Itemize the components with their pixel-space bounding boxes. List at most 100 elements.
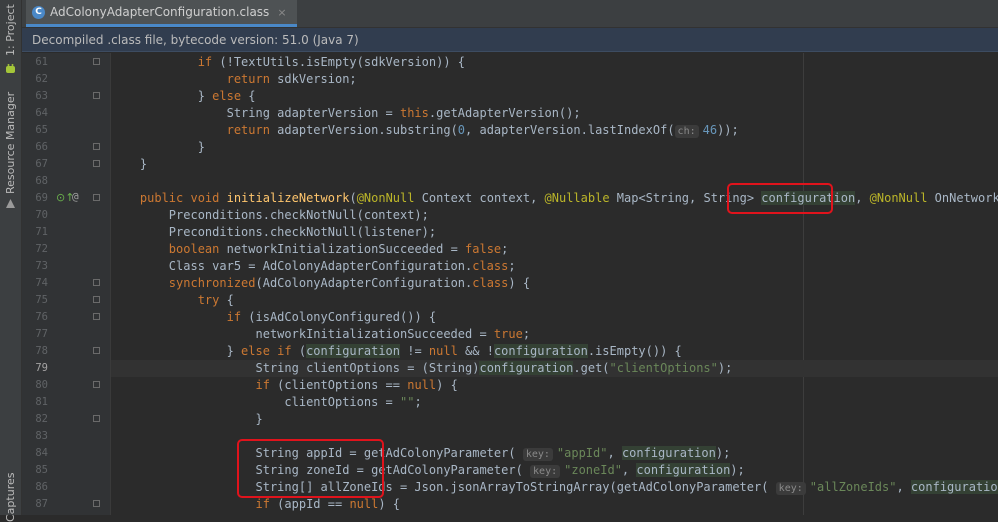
code-line[interactable]: } else if (configuration != null && !con…: [111, 343, 998, 360]
code-line[interactable]: }: [111, 139, 998, 156]
fold-marker-icon[interactable]: [93, 279, 100, 286]
gutter-line: 85: [22, 462, 110, 479]
line-number: 77: [35, 328, 48, 340]
line-number: 64: [35, 107, 48, 119]
gutter-line: 82: [22, 411, 110, 428]
code-line[interactable]: synchronized(AdColonyAdapterConfiguratio…: [111, 275, 998, 292]
code-line[interactable]: if (clientOptions == null) {: [111, 377, 998, 394]
project-tool-button[interactable]: 1: Project: [4, 4, 17, 56]
highlight-box-string-declarations: [237, 439, 384, 498]
fold-marker-icon[interactable]: [93, 58, 100, 65]
gutter-line: 75: [22, 292, 110, 309]
gutter-line: 67: [22, 156, 110, 173]
gutter-line: 62: [22, 71, 110, 88]
code-line[interactable]: if (isAdColonyConfigured()) {: [111, 309, 998, 326]
gutter-line: 77: [22, 326, 110, 343]
gutter-line: 74: [22, 275, 110, 292]
fold-marker-icon[interactable]: [93, 143, 100, 150]
line-number: 85: [35, 464, 48, 476]
gutter-line: 81: [22, 394, 110, 411]
gutter-line: 61: [22, 54, 110, 71]
code-line[interactable]: boolean networkInitializationSucceeded =…: [111, 241, 998, 258]
line-number: 68: [35, 175, 48, 187]
line-number: 86: [35, 481, 48, 493]
fold-marker-icon[interactable]: [93, 194, 100, 201]
code-line[interactable]: } else {: [111, 88, 998, 105]
line-number: 76: [35, 311, 48, 323]
fold-marker-icon[interactable]: [93, 381, 100, 388]
annotation-gutter-icon[interactable]: @: [72, 190, 79, 203]
fold-marker-icon[interactable]: [93, 415, 100, 422]
gutter-line: 65: [22, 122, 110, 139]
line-number: 87: [35, 498, 48, 510]
fold-marker-icon[interactable]: [93, 500, 100, 507]
fold-marker-icon[interactable]: [93, 296, 100, 303]
code-line[interactable]: if (appId == null) {: [111, 496, 998, 513]
gutter-line: 64: [22, 105, 110, 122]
line-number: 65: [35, 124, 48, 136]
code-line[interactable]: String clientOptions = (String)configura…: [111, 360, 998, 377]
line-number: 71: [35, 226, 48, 238]
line-number: 74: [35, 277, 48, 289]
editor-tab-bar: C AdColonyAdapterConfiguration.class ×: [22, 0, 998, 28]
code-line[interactable]: Class var5 = AdColonyAdapterConfiguratio…: [111, 258, 998, 275]
line-number: 73: [35, 260, 48, 272]
gutter-line: 70: [22, 207, 110, 224]
gutter-line: 68: [22, 173, 110, 190]
line-number: 84: [35, 447, 48, 459]
resource-manager-icon[interactable]: [4, 198, 17, 211]
close-icon[interactable]: ×: [277, 6, 286, 19]
code-line[interactable]: clientOptions = "";: [111, 394, 998, 411]
code-line[interactable]: Preconditions.checkNotNull(listener);: [111, 224, 998, 241]
code-line[interactable]: if (!TextUtils.isEmpty(sdkVersion)) {: [111, 54, 998, 71]
resource-manager-tool-button[interactable]: Resource Manager: [4, 92, 17, 194]
decompiled-notice: Decompiled .class file, bytecode version…: [22, 28, 998, 52]
line-number: 62: [35, 73, 48, 85]
fold-marker-icon[interactable]: [93, 347, 100, 354]
line-number: 78: [35, 345, 48, 357]
gutter-line: 86: [22, 479, 110, 496]
code-line[interactable]: return sdkVersion;: [111, 71, 998, 88]
gutter-line: 63: [22, 88, 110, 105]
code-line[interactable]: networkInitializationSucceeded = true;: [111, 326, 998, 343]
gutter-line: 79: [22, 360, 120, 377]
code-line[interactable]: }: [111, 411, 998, 428]
line-number: 72: [35, 243, 48, 255]
fold-marker-icon[interactable]: [93, 313, 100, 320]
tab-adcolony-adapter-configuration[interactable]: C AdColonyAdapterConfiguration.class ×: [26, 0, 297, 27]
gutter-line: 71: [22, 224, 110, 241]
code-line[interactable]: String adapterVersion = this.getAdapterV…: [111, 105, 998, 122]
line-number: 79: [35, 362, 48, 374]
gutter-line: 87: [22, 496, 110, 513]
gutter-line: 76: [22, 309, 110, 326]
line-number: 61: [35, 56, 48, 68]
gutter-line: 72: [22, 241, 110, 258]
code-line[interactable]: try {: [111, 292, 998, 309]
gutter-line: 69 ⊙↑ @: [22, 190, 110, 207]
line-number: 81: [35, 396, 48, 408]
editor-gutter: 61 62 63 64 65 66 67 68 69 ⊙↑ @ 70 71 72 73 74 75 76 77 78 7…: [22, 53, 120, 515]
line-number: 80: [35, 379, 48, 391]
code-line[interactable]: [111, 173, 998, 190]
line-number: 69: [35, 192, 48, 204]
code-line[interactable]: return adapterVersion.substring(0, adapt…: [111, 122, 998, 139]
line-number: 66: [35, 141, 48, 153]
gutter-line: 66: [22, 139, 110, 156]
line-number: 67: [35, 158, 48, 170]
gutter-line: 78: [22, 343, 110, 360]
line-number: 83: [35, 430, 48, 442]
android-icon[interactable]: [4, 62, 17, 75]
fold-marker-icon[interactable]: [93, 92, 100, 99]
gutter-line: 73: [22, 258, 110, 275]
fold-marker-icon[interactable]: [93, 160, 100, 167]
code-line[interactable]: public void initializeNetwork(@NonNull C…: [111, 190, 998, 207]
gutter-line: 80: [22, 377, 110, 394]
gutter-line: 83: [22, 428, 110, 445]
tab-title: AdColonyAdapterConfiguration.class: [50, 5, 270, 19]
highlight-box-configuration-param: [727, 183, 833, 214]
line-number: 82: [35, 413, 48, 425]
code-line[interactable]: }: [111, 156, 998, 173]
gutter-line: 84: [22, 445, 110, 462]
line-number: 75: [35, 294, 48, 306]
code-line[interactable]: Preconditions.checkNotNull(context);: [111, 207, 998, 224]
